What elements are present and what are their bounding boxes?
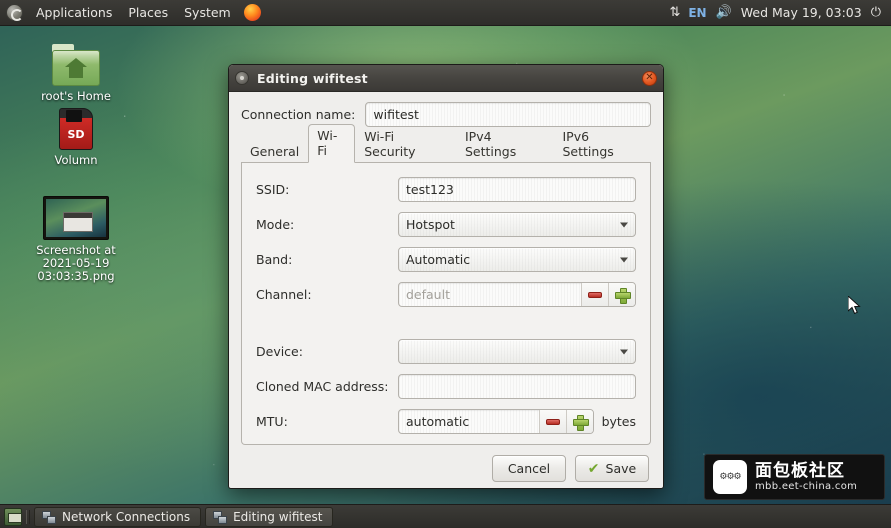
tab-wifi-security[interactable]: Wi-Fi Security xyxy=(355,125,456,163)
editing-connection-dialog: Editing wifitest ✕ Connection name: wifi… xyxy=(228,64,664,489)
connection-name-input[interactable]: wifitest xyxy=(365,102,651,127)
tab-ipv4-settings[interactable]: IPv4 Settings xyxy=(456,125,554,163)
desktop-icon-label: root's Home xyxy=(41,89,111,103)
watermark-title: 面包板社区 xyxy=(755,460,845,481)
connection-name-label: Connection name: xyxy=(241,107,356,122)
taskbar-item-label: Network Connections xyxy=(62,509,191,524)
plus-icon xyxy=(572,414,589,431)
device-select[interactable] xyxy=(398,339,636,364)
firefox-icon[interactable] xyxy=(243,4,261,21)
menu-system[interactable]: System xyxy=(181,3,234,22)
band-row: Band: Automatic xyxy=(256,247,636,272)
top-panel-right: ⇅ EN 🔊 Wed May 19, 03:03 ⏻ xyxy=(669,5,885,20)
device-row: Device: xyxy=(256,339,636,364)
ssid-input[interactable]: test123 xyxy=(398,177,636,202)
mode-select[interactable]: Hotspot xyxy=(398,212,636,237)
save-button-label: Save xyxy=(605,461,637,476)
tab-wifi[interactable]: Wi-Fi xyxy=(308,124,356,163)
mbb-logo-icon: ⚙⚙⚙ xyxy=(713,460,747,494)
tab-bar: General Wi-Fi Wi-Fi Security IPv4 Settin… xyxy=(241,124,651,163)
network-connections-icon xyxy=(42,510,56,524)
sd-card-icon: SD xyxy=(59,108,93,150)
mtu-unit-label: bytes xyxy=(601,414,636,429)
ssid-label: SSID: xyxy=(256,182,290,197)
tab-ipv6-settings[interactable]: IPv6 Settings xyxy=(554,125,652,163)
menu-places[interactable]: Places xyxy=(125,3,171,22)
dialog-title: Editing wifitest xyxy=(257,70,368,86)
mode-select-value: Hotspot xyxy=(406,217,455,232)
mtu-decrement-button[interactable] xyxy=(538,410,566,433)
taskbar-item-network-connections[interactable]: Network Connections xyxy=(34,506,202,527)
watermark: ⚙⚙⚙ 面包板社区 mbb.eet-china.com xyxy=(704,454,885,500)
tab-general[interactable]: General xyxy=(241,140,308,163)
mtu-input[interactable]: automatic xyxy=(399,410,539,433)
connection-name-row: Connection name: wifitest xyxy=(241,102,651,127)
dialog-titlebar[interactable]: Editing wifitest ✕ xyxy=(229,65,663,92)
save-button[interactable]: ✔ Save xyxy=(575,455,649,482)
mouse-cursor xyxy=(848,296,861,315)
mtu-row: MTU: automatic bytes xyxy=(256,409,636,434)
top-panel: Applications Places System ⇅ EN 🔊 Wed Ma… xyxy=(0,0,891,26)
device-label: Device: xyxy=(256,344,303,359)
close-icon[interactable]: ✕ xyxy=(642,70,657,86)
channel-increment-button[interactable] xyxy=(608,283,635,306)
chevron-down-icon xyxy=(620,257,628,262)
taskbar: Network Connections Editing wifitest xyxy=(0,504,891,528)
channel-decrement-button[interactable] xyxy=(581,283,608,306)
menu-applications[interactable]: Applications xyxy=(33,3,115,22)
minus-icon xyxy=(588,291,602,298)
band-label: Band: xyxy=(256,252,293,267)
desktop-icon-label: Screenshot at 2021-05-19 03:03:35.png xyxy=(36,243,116,283)
dialog-footer: Cancel ✔ Save xyxy=(229,445,663,494)
desktop-icon-root-home[interactable]: root's Home xyxy=(22,44,130,103)
cloned-mac-input[interactable] xyxy=(398,374,636,399)
chevron-down-icon xyxy=(620,222,628,227)
show-desktop-icon[interactable] xyxy=(4,507,22,526)
dialog-body: Connection name: wifitest General Wi-Fi … xyxy=(229,92,663,445)
watermark-url: mbb.eet-china.com xyxy=(755,480,858,492)
taskbar-separator xyxy=(26,509,30,524)
home-folder-icon xyxy=(52,44,100,86)
plus-icon xyxy=(615,287,631,304)
cloned-mac-row: Cloned MAC address: xyxy=(256,374,636,399)
desktop-icon-label: Volumn xyxy=(54,153,98,167)
window-menu-icon[interactable] xyxy=(235,71,249,85)
band-select[interactable]: Automatic xyxy=(398,247,636,272)
mtu-increment-button[interactable] xyxy=(565,410,593,433)
volume-icon[interactable]: 🔊 xyxy=(716,5,732,20)
mtu-label: MTU: xyxy=(256,414,288,429)
ssid-row: SSID: test123 xyxy=(256,177,636,202)
network-connections-icon xyxy=(213,510,228,524)
channel-input[interactable]: default xyxy=(399,283,581,306)
network-updown-icon[interactable]: ⇅ xyxy=(669,6,680,19)
taskbar-item-editing-wifitest[interactable]: Editing wifitest xyxy=(205,506,334,527)
mode-label: Mode: xyxy=(256,217,295,232)
mode-row: Mode: Hotspot xyxy=(256,212,636,237)
image-file-icon xyxy=(43,196,109,240)
top-panel-left: Applications Places System xyxy=(6,3,261,22)
channel-row: Channel: default xyxy=(256,282,636,307)
sd-card-badge: SD xyxy=(67,128,85,141)
chevron-down-icon xyxy=(620,349,628,354)
channel-spinner[interactable]: default xyxy=(398,282,636,307)
clock[interactable]: Wed May 19, 03:03 xyxy=(741,5,862,20)
cloned-mac-label: Cloned MAC address: xyxy=(256,379,389,394)
band-select-value: Automatic xyxy=(406,252,471,267)
channel-label: Channel: xyxy=(256,287,312,302)
cancel-button[interactable]: Cancel xyxy=(492,455,566,482)
wifi-tab-panel: SSID: test123 Mode: Hotspot Band: Automa… xyxy=(241,163,651,445)
desktop-icon-volumn[interactable]: SD Volumn xyxy=(22,108,130,167)
row-spacer xyxy=(256,317,636,329)
taskbar-item-label: Editing wifitest xyxy=(233,509,323,524)
power-icon[interactable]: ⏻ xyxy=(871,5,881,20)
distro-logo-icon[interactable] xyxy=(6,4,23,21)
keyboard-layout-indicator[interactable]: EN xyxy=(688,6,706,20)
mtu-spinner[interactable]: automatic xyxy=(398,409,594,434)
desktop-icon-screenshot[interactable]: Screenshot at 2021-05-19 03:03:35.png xyxy=(22,196,130,283)
minus-icon xyxy=(545,418,560,425)
check-icon: ✔ xyxy=(587,460,600,477)
